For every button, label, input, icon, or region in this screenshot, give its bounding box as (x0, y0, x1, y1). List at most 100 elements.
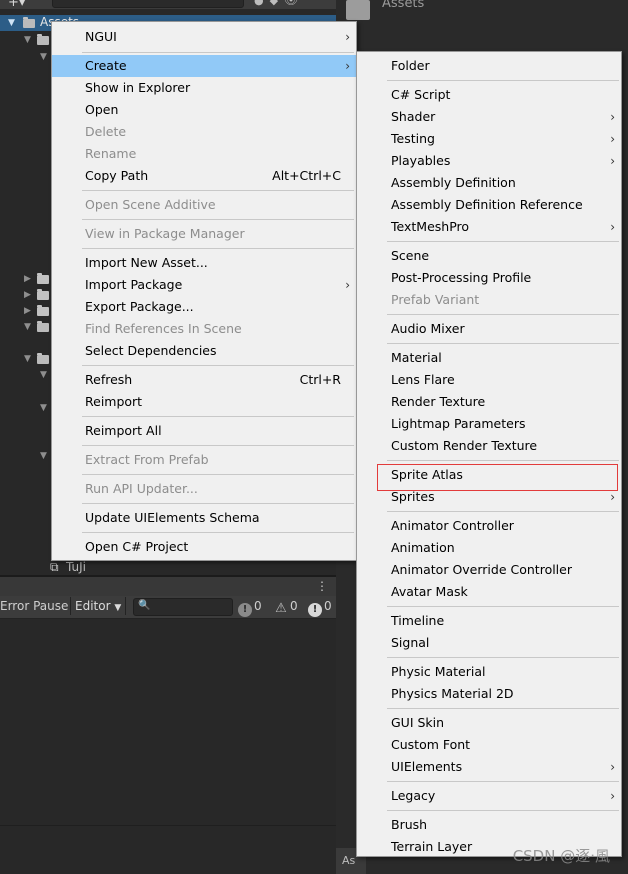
create-item-custom-font[interactable]: Custom Font (357, 734, 621, 756)
create-item-render-texture[interactable]: Render Texture (357, 391, 621, 413)
menu-item-open-scene-additive: Open Scene Additive (85, 197, 216, 212)
create-item-avatar-mask[interactable]: Avatar Mask (357, 581, 621, 603)
menu-item-reimport-all[interactable]: Reimport All (52, 420, 356, 442)
folder-open-icon (37, 321, 49, 332)
error-count-toggle[interactable]: ! 0 (306, 597, 332, 617)
create-item-playables[interactable]: Playables › (357, 150, 621, 172)
menu-item-select-dependencies[interactable]: Select Dependencies (52, 340, 356, 362)
create-item-folder[interactable]: Folder (357, 55, 621, 77)
menu-item-open-csharp-project[interactable]: Open C# Project (52, 536, 356, 558)
asset-thumbnail-label: Assets (382, 0, 425, 11)
folder-thumbnail-icon[interactable] (346, 0, 370, 20)
collapse-arrow-icon[interactable]: ▶ (24, 274, 31, 284)
expand-arrow-icon[interactable]: ▼ (8, 18, 15, 28)
tuji-label: TuJi (66, 560, 86, 574)
create-item-animation[interactable]: Animation (357, 537, 621, 559)
menu-separator (82, 503, 354, 504)
create-item-gui-skin[interactable]: GUI Skin (357, 712, 621, 734)
error-count: 0 (324, 599, 332, 613)
expand-arrow-icon[interactable]: ▼ (40, 370, 47, 380)
menu-separator (387, 343, 619, 344)
menu-separator (387, 314, 619, 315)
create-item-textmeshpro[interactable]: TextMeshPro › (357, 216, 621, 238)
menu-item-show-in-explorer[interactable]: Show in Explorer (52, 77, 356, 99)
log-count: 0 (254, 599, 262, 613)
create-item-legacy[interactable]: Legacy › (357, 785, 621, 807)
shortcut-label: Ctrl+R (299, 372, 341, 387)
create-item-testing[interactable]: Testing › (357, 128, 621, 150)
editor-dropdown[interactable]: Editor ▼ (70, 597, 127, 615)
expand-arrow-icon[interactable]: ▼ (24, 35, 31, 45)
create-item-lightmap-parameters[interactable]: Lightmap Parameters (357, 413, 621, 435)
create-item-material[interactable]: Material (357, 347, 621, 369)
expand-arrow-icon[interactable]: ▼ (24, 354, 31, 364)
expand-arrow-icon[interactable]: ▼ (40, 403, 47, 413)
create-item-physics-material-2d[interactable]: Physics Material 2D (357, 683, 621, 705)
add-dropdown-icon[interactable]: +▾ (8, 0, 25, 10)
menu-item-create[interactable]: Create › (52, 55, 356, 77)
editor-dropdown-label: Editor (75, 599, 111, 613)
highlight-annotation-box (377, 464, 618, 491)
create-item-physic-material[interactable]: Physic Material (357, 661, 621, 683)
menu-item-find-references: Find References In Scene (85, 321, 242, 336)
console-search-input[interactable]: 🔍 (133, 598, 233, 616)
project-search-input[interactable] (52, 0, 244, 8)
submenu-arrow-icon: › (345, 278, 350, 292)
create-item-shader[interactable]: Shader › (357, 106, 621, 128)
folder-open-icon (37, 353, 49, 364)
collapse-arrow-icon[interactable]: ▶ (24, 306, 31, 316)
create-item-timeline[interactable]: Timeline (357, 610, 621, 632)
create-item-audio-mixer[interactable]: Audio Mixer (357, 318, 621, 340)
submenu-arrow-icon: › (345, 30, 350, 44)
create-item-csharp-script[interactable]: C# Script (357, 84, 621, 106)
toolbar-filter-icons[interactable]: ●◆👁 (254, 0, 304, 7)
watermark-text: CSDN @逐·風 (512, 847, 610, 865)
create-item-animator-override-controller[interactable]: Animator Override Controller (357, 559, 621, 581)
menu-item-import-package[interactable]: Import Package › (52, 274, 356, 296)
project-toolbar: +▾ ●◆👁 (0, 0, 336, 10)
menu-item-open[interactable]: Open (52, 99, 356, 121)
submenu-arrow-icon: › (610, 789, 615, 803)
collapse-arrow-icon[interactable]: ▶ (24, 290, 31, 300)
menu-item-ngui[interactable]: NGUI › (52, 26, 356, 48)
menu-separator (387, 241, 619, 242)
create-item-custom-render-texture[interactable]: Custom Render Texture (357, 435, 621, 457)
error-pause-button[interactable]: Error Pause (0, 599, 68, 613)
folder-icon (37, 273, 49, 284)
create-item-animator-controller[interactable]: Animator Controller (357, 515, 621, 537)
menu-separator (82, 248, 354, 249)
menu-item-update-uielements-schema[interactable]: Update UIElements Schema (52, 507, 356, 529)
create-item-lens-flare[interactable]: Lens Flare (357, 369, 621, 391)
menu-separator (82, 365, 354, 366)
expand-arrow-icon[interactable]: ▼ (40, 451, 47, 461)
create-item-post-processing-profile[interactable]: Post-Processing Profile (357, 267, 621, 289)
tuji-asset-row[interactable]: ⧉ TuJi (50, 560, 86, 575)
create-item-signal[interactable]: Signal (357, 632, 621, 654)
project-context-menu: NGUI › Create › Show in Explorer Open Dele… (51, 21, 357, 561)
menu-item-refresh[interactable]: Refresh Ctrl+R (52, 369, 356, 391)
warning-count-toggle[interactable]: ⚠ 0 (272, 597, 298, 616)
create-item-prefab-variant: Prefab Variant (391, 292, 480, 307)
create-item-assembly-definition[interactable]: Assembly Definition (357, 172, 621, 194)
menu-separator (387, 810, 619, 811)
submenu-arrow-icon: › (610, 110, 615, 124)
menu-item-import-new-asset[interactable]: Import New Asset... (52, 252, 356, 274)
create-item-scene[interactable]: Scene (357, 245, 621, 267)
log-count-toggle[interactable]: ! 0 (236, 597, 262, 617)
expand-arrow-icon[interactable]: ▼ (40, 52, 47, 62)
folder-icon (37, 305, 49, 316)
folder-open-icon (23, 17, 35, 28)
search-icon: 🔍 (138, 600, 151, 611)
create-item-assembly-definition-reference[interactable]: Assembly Definition Reference (357, 194, 621, 216)
create-item-brush[interactable]: Brush (357, 814, 621, 836)
create-item-uielements[interactable]: UIElements › (357, 756, 621, 778)
shortcut-label: Alt+Ctrl+C (272, 168, 341, 183)
menu-item-copy-path[interactable]: Copy Path Alt+Ctrl+C (52, 165, 356, 187)
expand-arrow-icon[interactable]: ▼ (24, 322, 31, 332)
warning-count: 0 (290, 599, 298, 613)
menu-item-export-package[interactable]: Export Package... (52, 296, 356, 318)
menu-separator (82, 445, 354, 446)
menu-item-reimport[interactable]: Reimport (52, 391, 356, 413)
menu-item-run-api-updater: Run API Updater... (85, 481, 198, 496)
more-options-icon[interactable]: ⋮ (316, 579, 328, 593)
